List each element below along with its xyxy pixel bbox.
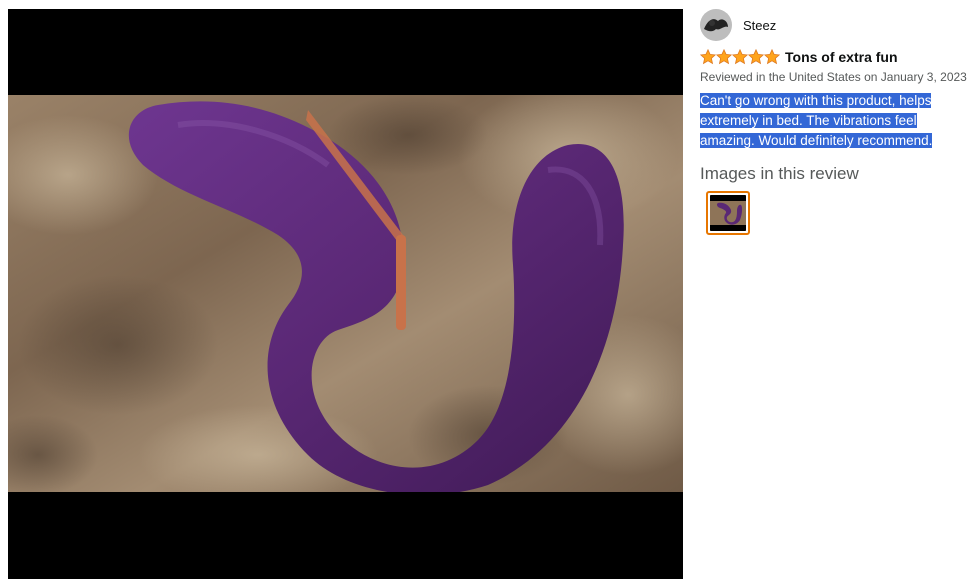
- review-photo: [8, 95, 683, 492]
- star-icon: [764, 49, 780, 65]
- review-title: Tons of extra fun: [785, 49, 898, 65]
- images-heading: Images in this review: [700, 164, 859, 183]
- review-date: Reviewed in the United States on January…: [700, 70, 967, 84]
- rating-row: Tons of extra fun: [700, 48, 972, 66]
- reviewer-name[interactable]: Steez: [743, 18, 776, 33]
- avatar[interactable]: [700, 9, 732, 41]
- review-image-viewer: Steez Tons of extra fun Reviewed in the …: [0, 0, 978, 583]
- thumbnail-image[interactable]: [710, 195, 746, 231]
- review-thumbnail[interactable]: [706, 191, 750, 235]
- star-rating: [700, 49, 780, 65]
- star-icon: [732, 49, 748, 65]
- star-icon: [700, 49, 716, 65]
- star-icon: [716, 49, 732, 65]
- review-body-line: extremely in bed. The vibrations feel: [700, 113, 917, 128]
- review-thumbnails: [700, 191, 972, 235]
- star-icon: [748, 49, 764, 65]
- review-panel: Steez Tons of extra fun Reviewed in the …: [700, 9, 972, 235]
- review-body-line: Can't go wrong with this product, helps: [700, 93, 932, 108]
- review-body-line: amazing. Would definitely recommend.: [700, 133, 933, 148]
- media-viewer: [8, 9, 683, 579]
- reviewer-profile[interactable]: Steez: [700, 9, 972, 41]
- review-body: Can't go wrong with this product, helps …: [700, 91, 950, 151]
